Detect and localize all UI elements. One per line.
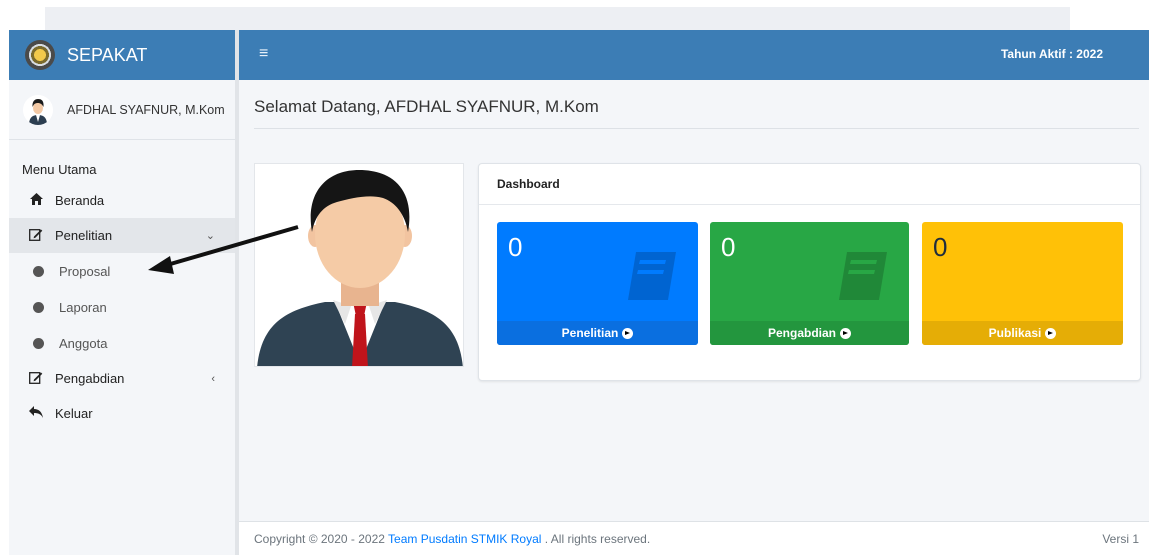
user-panel[interactable]: AFDHAL SYAFNUR, M.Kom [9,80,235,140]
sidebar-item-beranda[interactable]: Beranda [9,183,235,218]
sidebar-item-anggota[interactable]: Anggota [9,325,235,361]
brand-link[interactable]: SEPAKAT [9,30,235,80]
active-year: Tahun Aktif : 2022 [1000,47,1103,61]
copyright-text: Copyright © 2020 - 2022 Team Pusdatin ST… [254,532,650,546]
book-icon [628,252,676,300]
chevron-left-icon: ‹ [211,372,215,385]
user-avatar [23,94,53,125]
rights-text: . All rights reserved. [544,532,651,546]
sidebar-item-label: Proposal [59,263,111,279]
topbar: ≡ Tahun Aktif : 2022 [239,30,1149,80]
box-label: Publikasi [988,326,1042,340]
sidebar: SEPAKAT AFDHAL SYAFNUR, M.Kom Menu Utama… [9,30,239,555]
chevron-down-icon: ⌄ [205,230,215,242]
circle-icon [33,265,44,277]
sidebar-item-laporan[interactable]: Laporan [9,289,235,325]
sidebar-item-label: Penelitian [55,228,113,243]
book-icon [839,252,887,300]
pengabdian-count: 0 [721,232,736,262]
copyright-prefix: Copyright © 2020 - 2022 [254,532,385,546]
pengabdian-link[interactable]: Pengabdian [710,321,909,345]
version-text: Versi 1 [1102,532,1139,546]
user-name: AFDHAL SYAFNUR, M.Kom [67,102,225,117]
edit-icon [29,371,43,387]
home-icon [29,193,43,208]
divider [254,128,1139,129]
sidebar-item-keluar[interactable]: Keluar [9,396,235,431]
page-title: Selamat Datang, AFDHAL SYAFNUR, M.Kom [254,97,599,116]
box-label: Pengabdian [767,326,836,340]
sidebar-item-label: Beranda [55,193,105,208]
sidebar-item-label: Anggota [59,335,108,351]
top-strip [45,7,1070,31]
main-content: Selamat Datang, AFDHAL SYAFNUR, M.Kom Da… [254,80,1141,381]
sidebar-item-pengabdian[interactable]: Pengabdian ‹ [9,361,235,396]
arrow-circle-right-icon [840,327,851,339]
sidebar-item-label: Laporan [59,299,107,315]
dashboard-card: Dashboard 0 Penelitian 0 Pengabdian 0 Pu… [478,163,1141,381]
arrow-circle-right-icon [1045,327,1057,339]
dashboard-title: Dashboard [479,164,1140,205]
publikasi-box: 0 Publikasi [922,222,1123,345]
brand-name: SEPAKAT [67,44,148,65]
app-frame: SEPAKAT AFDHAL SYAFNUR, M.Kom Menu Utama… [9,30,1149,555]
sidebar-item-label: Keluar [55,406,93,421]
menu-title: Menu Utama [22,162,97,177]
arrow-circle-right-icon [622,327,634,339]
reply-icon [29,406,43,421]
penelitian-link[interactable]: Penelitian [497,321,698,345]
penelitian-count: 0 [508,232,523,262]
menu-toggle-icon[interactable]: ≡ [259,45,268,63]
penelitian-box: 0 Penelitian [497,222,698,345]
pengabdian-box: 0 Pengabdian [710,222,909,345]
sidebar-item-proposal[interactable]: Proposal [9,253,235,289]
box-label: Penelitian [561,326,619,340]
footer: Copyright © 2020 - 2022 Team Pusdatin ST… [239,521,1149,555]
edit-icon [29,228,43,244]
team-link[interactable]: Team Pusdatin STMIK Royal [388,532,541,546]
sidebar-item-label: Pengabdian [55,371,125,386]
brand-logo-icon [25,40,55,70]
circle-icon [33,337,44,349]
sidebar-item-penelitian[interactable]: Penelitian ⌄ [9,218,235,253]
publikasi-count: 0 [933,232,948,262]
profile-photo [254,163,464,367]
publikasi-link[interactable]: Publikasi [922,321,1123,345]
circle-icon [33,301,44,313]
